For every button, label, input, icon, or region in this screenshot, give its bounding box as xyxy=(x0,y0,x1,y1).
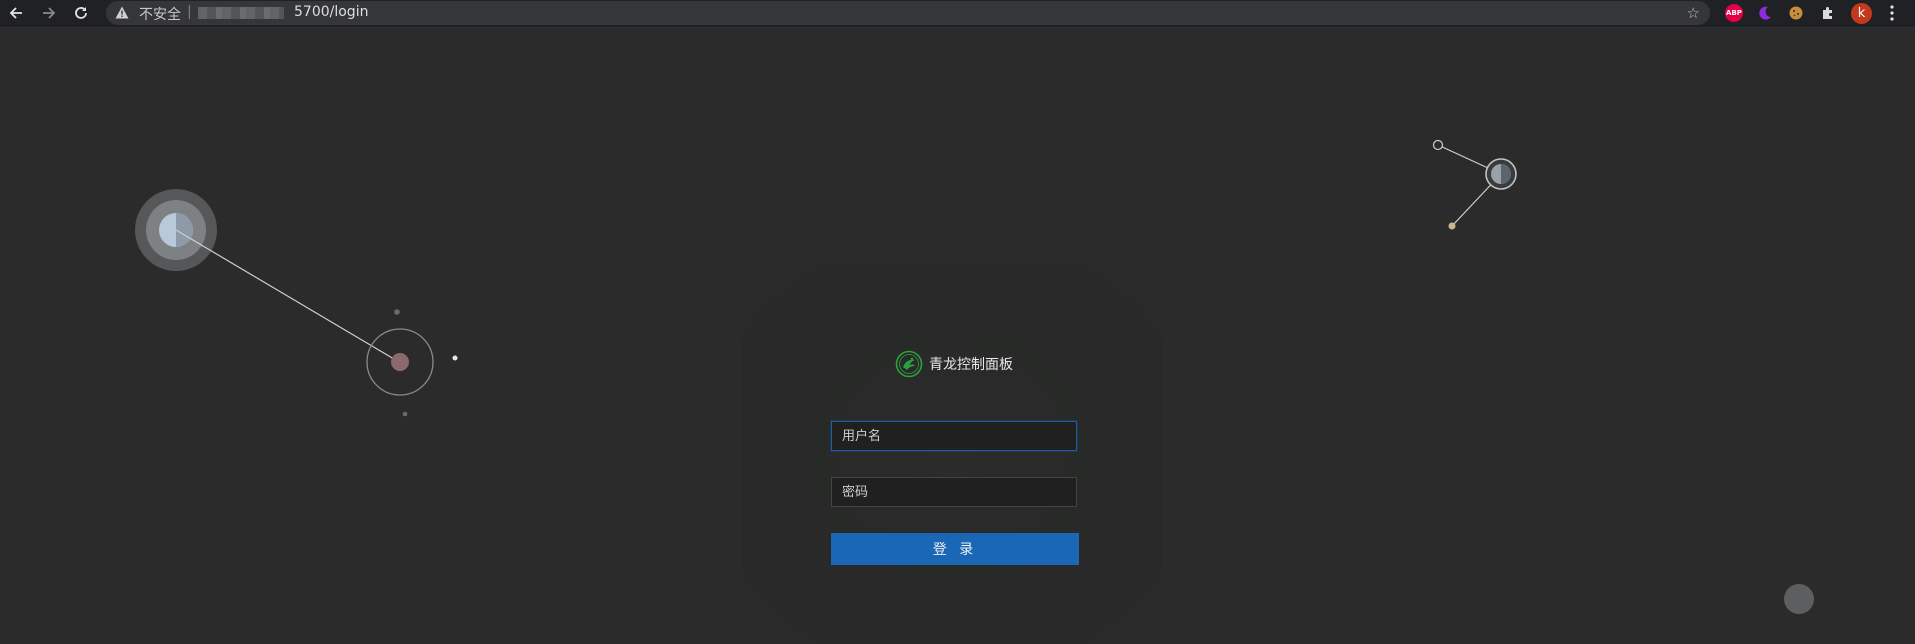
address-bar[interactable]: 不安全 | 5700/login ☆ xyxy=(106,1,1710,25)
app-title: 青龙控制面板 xyxy=(929,357,1013,373)
particle-dot xyxy=(1448,222,1456,230)
password-input[interactable] xyxy=(831,477,1077,507)
floating-orb xyxy=(1784,584,1814,614)
warning-icon xyxy=(115,6,129,19)
redacted-host xyxy=(198,7,284,19)
forward-button[interactable] xyxy=(37,2,61,24)
arrow-left-icon xyxy=(9,7,22,19)
particle-dot xyxy=(1432,139,1444,151)
dark-reader-icon[interactable] xyxy=(1756,4,1774,22)
particle-dot xyxy=(452,355,458,361)
particle-dot xyxy=(394,309,400,315)
reload-button[interactable] xyxy=(69,2,93,24)
particle-dot xyxy=(402,411,408,417)
back-button[interactable] xyxy=(4,2,28,24)
profile-avatar[interactable]: k xyxy=(1851,3,1872,24)
reload-icon xyxy=(75,7,87,19)
more-menu-icon[interactable] xyxy=(1888,4,1896,22)
adblock-plus-label: ABP xyxy=(1726,9,1742,17)
extensions-puzzle-icon[interactable] xyxy=(1819,4,1837,22)
adblock-plus-icon[interactable]: ABP xyxy=(1725,4,1743,22)
login-card-backdrop xyxy=(742,264,1162,644)
node-core xyxy=(391,353,409,371)
bookmark-star-icon[interactable]: ☆ xyxy=(1687,4,1700,22)
brand-header: 青龙控制面板 xyxy=(895,349,1013,379)
security-status-label[interactable]: 不安全 xyxy=(139,4,181,24)
login-button[interactable]: 登 录 xyxy=(831,533,1079,565)
arrow-right-icon xyxy=(43,7,56,19)
qinglong-logo-icon xyxy=(895,350,923,378)
orb-link-line xyxy=(175,229,400,363)
username-input[interactable] xyxy=(831,421,1077,451)
browser-toolbar: 不安全 | 5700/login ☆ ABP k xyxy=(0,0,1915,28)
url-separator: | xyxy=(187,4,192,20)
cookie-icon[interactable] xyxy=(1787,4,1805,22)
url-text[interactable]: 5700/login xyxy=(294,4,368,20)
